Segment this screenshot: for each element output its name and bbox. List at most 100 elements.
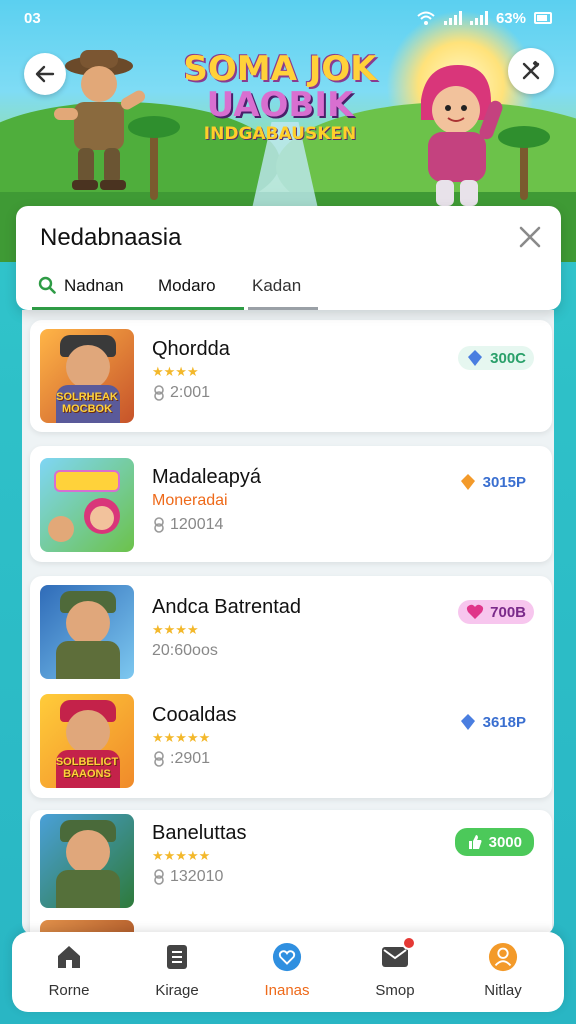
tab-indicator (152, 307, 244, 310)
tab-modaro[interactable]: Modaro (158, 276, 216, 310)
wifi-icon (417, 11, 435, 25)
game-list: SOLRHEAK MOCBOK Qhordda ★★★★ 2:001 300C … (22, 310, 554, 935)
game-thumbnail: SOLRHEAK MOCBOK (40, 329, 134, 423)
storage-icon (162, 942, 192, 972)
rating-stars: ★★★★★ (152, 730, 211, 745)
game-thumbnail (40, 585, 134, 679)
price-badge-value: 3015P (482, 473, 526, 491)
mail-icon (380, 936, 416, 972)
price-badge[interactable]: 3000 (454, 828, 534, 856)
item-name: Baneluttas (152, 822, 247, 844)
bottom-nav: Rorne Kirage Inanas Smop Nitlay (12, 932, 564, 1012)
nav-profile[interactable]: Nitlay (458, 942, 548, 999)
profile-icon (488, 942, 518, 972)
tab-label: Nadnan (64, 276, 124, 295)
item-meta-value: :2901 (170, 750, 211, 767)
rating-stars: ★★★★ (152, 364, 199, 379)
list-item[interactable]: Andca Batrentad ★★★★ 20:60oos 700B (30, 576, 552, 686)
search-icon (38, 276, 56, 294)
item-meta-value: 120014 (170, 516, 224, 533)
tab-kadan[interactable]: Kadan (252, 276, 301, 310)
nav-label: Rorne (48, 982, 90, 999)
downloads-icon (154, 385, 164, 401)
price-badge[interactable]: 3015P (451, 470, 534, 494)
game-thumbnail: SOLBELICT BAAONS (40, 694, 134, 788)
heart-icon (467, 604, 484, 619)
tab-label: Kadan (252, 276, 302, 295)
list-item[interactable]: Madaleapyá Moneradai 120014 3015P (30, 446, 552, 556)
price-badge-value: 3000 (488, 833, 522, 851)
tools-button[interactable] (508, 48, 554, 94)
back-button[interactable] (24, 53, 66, 95)
signal-icon (469, 11, 488, 25)
tab-indicator (248, 307, 318, 310)
list-card: SOLRHEAK MOCBOK Qhordda ★★★★ 2:001 300C (30, 320, 552, 432)
crossed-tools-icon (522, 60, 540, 80)
downloads-icon (154, 517, 164, 533)
list-card: Baneluttas ★★★★★ 132010 3000 (30, 810, 552, 935)
item-name: Cooaldas (152, 704, 237, 726)
list-item[interactable]: Baneluttas ★★★★★ 132010 3000 (30, 810, 552, 920)
price-badge[interactable]: 3618P (451, 710, 534, 734)
palm-tree-icon (498, 126, 550, 200)
search-panel: Nedabnaasia Nadnan Modaro Kadan (16, 206, 561, 310)
gem-blue-icon (468, 350, 483, 366)
nav-smop[interactable]: Smop (350, 936, 440, 999)
price-badge-value: 3618P (482, 713, 526, 731)
rating-stars: ★★★★★ (152, 848, 211, 863)
item-name: Andca Batrentad (152, 596, 301, 618)
status-bar: 03 63% (0, 0, 576, 36)
game-thumbnail (40, 458, 134, 552)
home-icon (54, 942, 84, 972)
rating-stars: ★★★★ (152, 622, 199, 637)
item-meta: 120014 (152, 516, 223, 534)
signal-icon (443, 11, 462, 25)
battery-icon (534, 12, 552, 24)
nav-label: Inanas (264, 982, 310, 999)
thumbnail-label: SOLBELICT BAAONS (55, 756, 119, 780)
gem-orange-icon (460, 474, 475, 490)
item-meta-value: 132010 (170, 868, 224, 885)
list-item[interactable]: SOLBELICT BAAONS Cooaldas ★★★★★ :2901 36… (30, 686, 552, 796)
nav-inanas[interactable]: Inanas (242, 942, 332, 999)
arrow-left-icon (35, 65, 55, 83)
girl-character-icon (421, 65, 503, 206)
item-meta: 2:001 (152, 384, 210, 402)
downloads-icon (154, 869, 164, 885)
nav-label: Smop (375, 982, 415, 999)
item-name: Qhordda (152, 338, 230, 360)
game-title-line3: INDGABAUSKEN (203, 124, 357, 144)
game-title-logo: SOMA JOK UAOBIK INDGABAUSKEN (170, 52, 390, 143)
list-item[interactable]: SOLRHEAK MOCBOK Qhordda ★★★★ 2:001 300C (30, 320, 552, 430)
item-meta-value: 2:001 (170, 384, 211, 401)
nav-home[interactable]: Rorne (24, 942, 114, 999)
price-badge[interactable]: 300C (458, 346, 534, 370)
item-meta: :2901 (152, 750, 210, 768)
notification-dot (402, 936, 416, 950)
status-battery-percent: 63% (495, 9, 526, 27)
game-title-line1: SOMA JOK (183, 49, 377, 89)
panel-title: Nedabnaasia (40, 224, 182, 251)
list-card: Andca Batrentad ★★★★ 20:60oos 700B SOLBE… (30, 576, 552, 798)
downloads-icon (154, 751, 164, 767)
tab-bar: Nadnan Modaro Kadan (16, 270, 561, 310)
nav-storage[interactable]: Kirage (132, 942, 222, 999)
gem-blue-icon (460, 714, 475, 730)
close-icon[interactable] (517, 224, 543, 250)
heart-circle-icon (272, 942, 302, 972)
item-subtitle: Moneradai (152, 492, 228, 509)
item-meta-value: 20:60oos (152, 642, 218, 659)
price-badge-value: 700B (490, 603, 526, 621)
status-time: 03 (24, 9, 41, 27)
item-name: Madaleapyá (152, 466, 261, 488)
nav-label: Kirage (155, 982, 199, 999)
game-title-line2: UAOBIK (206, 85, 354, 125)
item-meta: 132010 (152, 868, 223, 886)
nav-label: Nitlay (484, 982, 522, 999)
game-thumbnail (40, 814, 134, 908)
tab-nadnan[interactable]: Nadnan (38, 276, 124, 310)
list-card: Madaleapyá Moneradai 120014 3015P (30, 446, 552, 562)
thumbnail-label: SOLRHEAK MOCBOK (56, 391, 118, 415)
price-badge[interactable]: 700B (458, 600, 534, 624)
tab-label: Modaro (158, 276, 216, 295)
